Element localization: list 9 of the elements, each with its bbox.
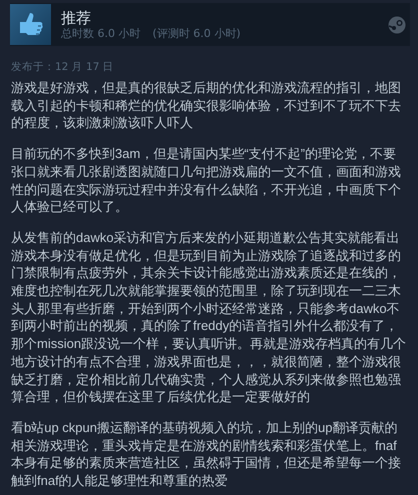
review-paragraph: 从发售前的dawko采访和官方后来发的小延期道歉公告其实就能看出游戏本身没有做足优化，但是玩到目前为止游戏除了追逐战和过多的门禁限制有点疲劳外，其余关卡设计能感觉出游戏素质还是在线的，难度也控制在死几次就能掌握要领的范围里，除了玩到现在一二三木头人那里有些折磨，开始到两个小时还经常迷路，只能参考dawko不到两小时前出的视频，真的除了freddy的语音指引外什么都没有了，那个mission跟没说一个样，要认真听讲。再就是游戏存档真的有几个地方设计的有点不合理，游戏界面也是，，，就很简陋，整个游戏很缺乏打磨，定价相比前几代确实贵，个人感觉从系列来做参照也勉强算合理，但价钱摆在这里了后续优化是一定要做好的 — [11, 228, 407, 406]
review-verdict: 推荐 — [61, 8, 92, 26]
posted-date: 发布于：12 月 17 日 — [11, 60, 115, 74]
playtime-at-review: (评测时 6.0 小时) — [152, 26, 241, 40]
playtime-total: 总时数 6.0 小时 — [61, 26, 140, 40]
review-paragraph: 目前玩的不多快到3am，但是请国内某些“支付不起”的理论党，不要张口就来看几张剧透图就随口几句把游戏扁的一文不值，画面和游戏性的问题在实际游玩过程中并没有什么缺陷，不开光追，中画质下个人体验已经可以了。 — [11, 145, 402, 216]
review-paragraph: 游戏是好游戏，但是真的很缺乏后期的优化和游戏流程的指引，地图载入引起的卡顿和稀烂的优化确实很影响体验，不过到不了玩不下去的程度，该刺激刺激该吓人吓人 — [11, 79, 402, 132]
steam-logo-icon — [388, 16, 406, 34]
review-paragraph: 看b站up ckpun搬运翻译的基萌视频入的坑，加上别的up翻译贡献的相关游戏理论，重头戏肯定是在游戏的剧情线索和彩蛋伏笔上。fnaf本身有足够的素质来营造社区，虽然碍于国情，但还是希望每一个接触到fnaf的人能足够理性和尊重的热爱 — [11, 418, 402, 490]
